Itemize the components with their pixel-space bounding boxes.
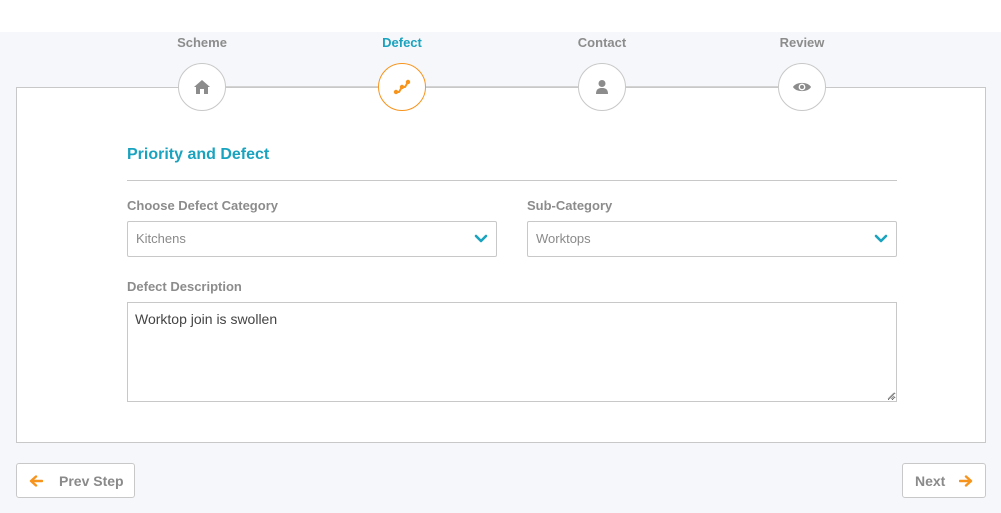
step-contact[interactable]: Contact	[532, 34, 672, 111]
chevron-down-icon	[874, 234, 888, 243]
subcategory-select[interactable]: Worktops	[527, 221, 897, 257]
step-circle-contact[interactable]	[578, 63, 626, 111]
step-label-review: Review	[779, 35, 825, 50]
category-label: Choose Defect Category	[127, 198, 278, 213]
subcategory-label: Sub-Category	[527, 198, 613, 213]
prev-step-button[interactable]: Prev Step	[16, 463, 135, 498]
step-scheme[interactable]: Scheme	[132, 34, 272, 111]
step-label-contact: Contact	[577, 35, 627, 50]
arrow-left-icon	[29, 474, 43, 487]
subcategory-value: Worktops	[536, 231, 591, 246]
next-label: Next	[915, 472, 946, 489]
defect-category-select[interactable]: Kitchens	[127, 221, 497, 257]
step-circle-scheme[interactable]	[178, 63, 226, 111]
step-defect[interactable]: Defect	[332, 34, 472, 111]
step-circle-review[interactable]	[778, 63, 826, 111]
step-label-defect: Defect	[382, 35, 422, 50]
chevron-down-icon	[474, 234, 488, 243]
defect-description-textarea[interactable]: Worktop join is swollen	[127, 302, 897, 402]
user-icon	[596, 80, 608, 94]
arrow-right-icon	[959, 474, 973, 487]
resize-grip-icon[interactable]	[887, 392, 895, 400]
step-label-scheme: Scheme	[177, 35, 227, 50]
home-icon	[194, 80, 210, 94]
eye-icon	[793, 82, 811, 92]
description-label: Defect Description	[127, 279, 242, 294]
section-divider	[127, 180, 897, 181]
next-button[interactable]: Next	[902, 463, 986, 498]
defect-category-value: Kitchens	[136, 231, 186, 246]
step-circle-defect[interactable]	[378, 63, 426, 111]
step-review[interactable]: Review	[732, 34, 872, 111]
section-title: Priority and Defect	[127, 146, 270, 163]
steps-connector-line	[202, 86, 802, 87]
prev-step-label: Prev Step	[59, 472, 124, 489]
defect-icon	[393, 79, 411, 95]
